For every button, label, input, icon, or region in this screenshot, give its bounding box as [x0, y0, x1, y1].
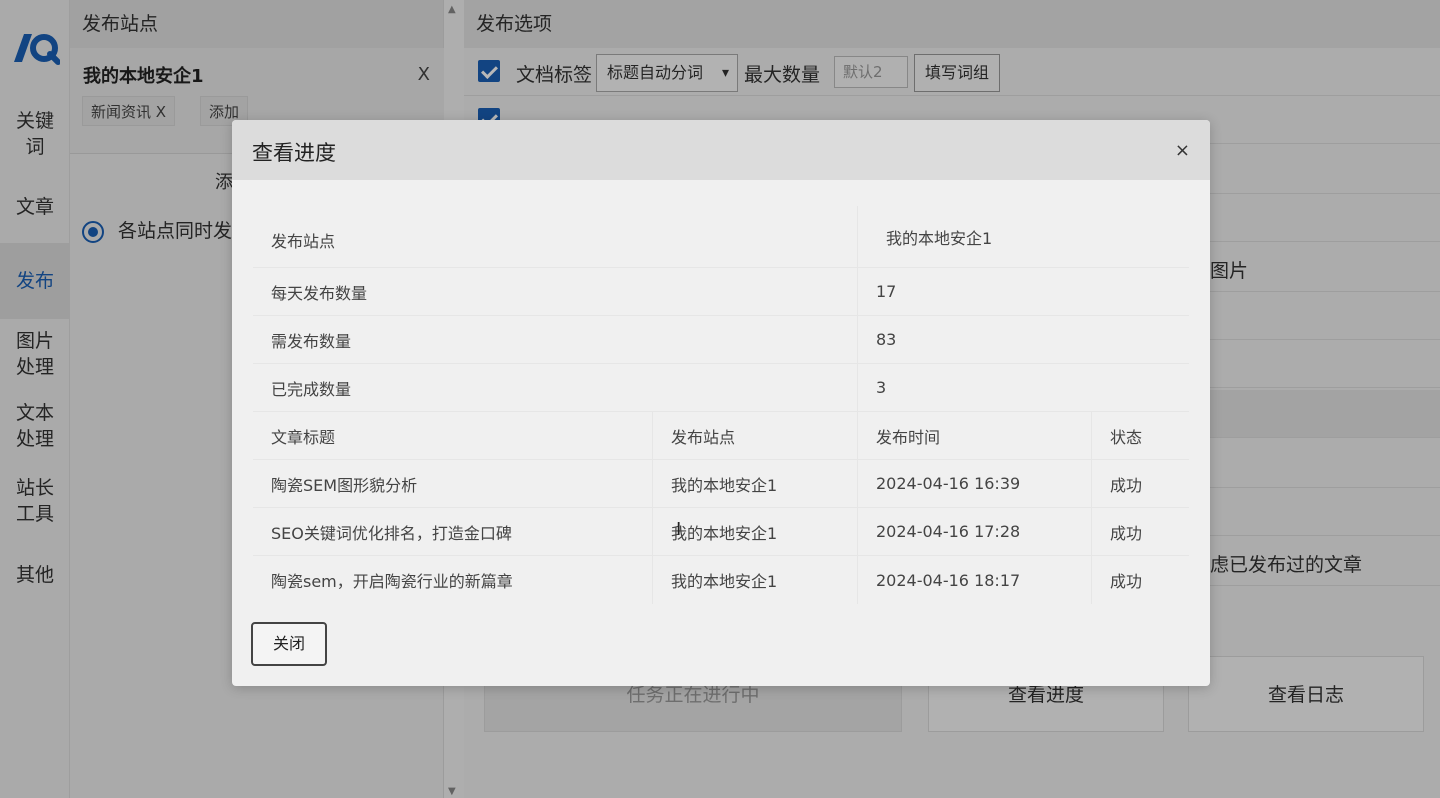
- site-cell: 我的本地安企1: [653, 508, 858, 555]
- summary-label: 已完成数量: [253, 364, 858, 411]
- article-title-cell: SEO关键词优化排名，打造金口碑: [253, 508, 653, 555]
- column-header: 发布时间: [858, 412, 1092, 459]
- summary-row: 发布站点 我的本地安企1: [253, 206, 1189, 268]
- time-cell: 2024-04-16 16:39: [858, 460, 1092, 507]
- site-cell: 我的本地安企1: [653, 460, 858, 507]
- time-cell: 2024-04-16 18:17: [858, 556, 1092, 604]
- summary-label: 发布站点: [253, 206, 858, 267]
- table-row: SEO关键词优化排名，打造金口碑 我的本地安企1 2024-04-16 17:2…: [253, 508, 1189, 556]
- close-button[interactable]: 关闭: [251, 622, 327, 666]
- summary-row: 已完成数量 3: [253, 364, 1189, 412]
- summary-value: 我的本地安企1: [886, 228, 993, 248]
- table-row: 陶瓷SEM图形貌分析 我的本地安企1 2024-04-16 16:39 成功: [253, 460, 1189, 508]
- column-header: 发布站点: [653, 412, 858, 459]
- summary-value: 17: [876, 282, 897, 301]
- time-cell: 2024-04-16 17:28: [858, 508, 1092, 555]
- status-cell: 成功: [1110, 572, 1143, 591]
- column-header: 状态: [1110, 427, 1143, 447]
- dialog-title: 查看进度: [252, 141, 336, 165]
- summary-row: 每天发布数量 17: [253, 268, 1189, 316]
- summary-label: 需发布数量: [253, 316, 858, 363]
- column-header: 文章标题: [253, 412, 653, 459]
- site-cell: 我的本地安企1: [653, 556, 858, 604]
- status-cell: 成功: [1110, 475, 1143, 495]
- summary-row: 需发布数量 83: [253, 316, 1189, 364]
- table-header-row: 文章标题 发布站点 发布时间 状态: [253, 412, 1189, 460]
- article-title-cell: 陶瓷sem，开启陶瓷行业的新篇章: [253, 556, 653, 604]
- article-title-cell: 陶瓷SEM图形貌分析: [253, 460, 653, 507]
- close-icon[interactable]: ×: [1175, 140, 1190, 161]
- dialog-header: 查看进度 ×: [232, 120, 1210, 180]
- summary-label: 每天发布数量: [253, 268, 858, 315]
- progress-dialog: 查看进度 × 发布站点 我的本地安企1 每天发布数量 17 需发布数量 83 已…: [232, 120, 1210, 686]
- summary-value: 83: [876, 330, 897, 349]
- summary-value: 3: [876, 378, 887, 397]
- table-row: 陶瓷sem，开启陶瓷行业的新篇章 我的本地安企1 2024-04-16 18:1…: [253, 556, 1189, 604]
- status-cell: 成功: [1110, 523, 1143, 543]
